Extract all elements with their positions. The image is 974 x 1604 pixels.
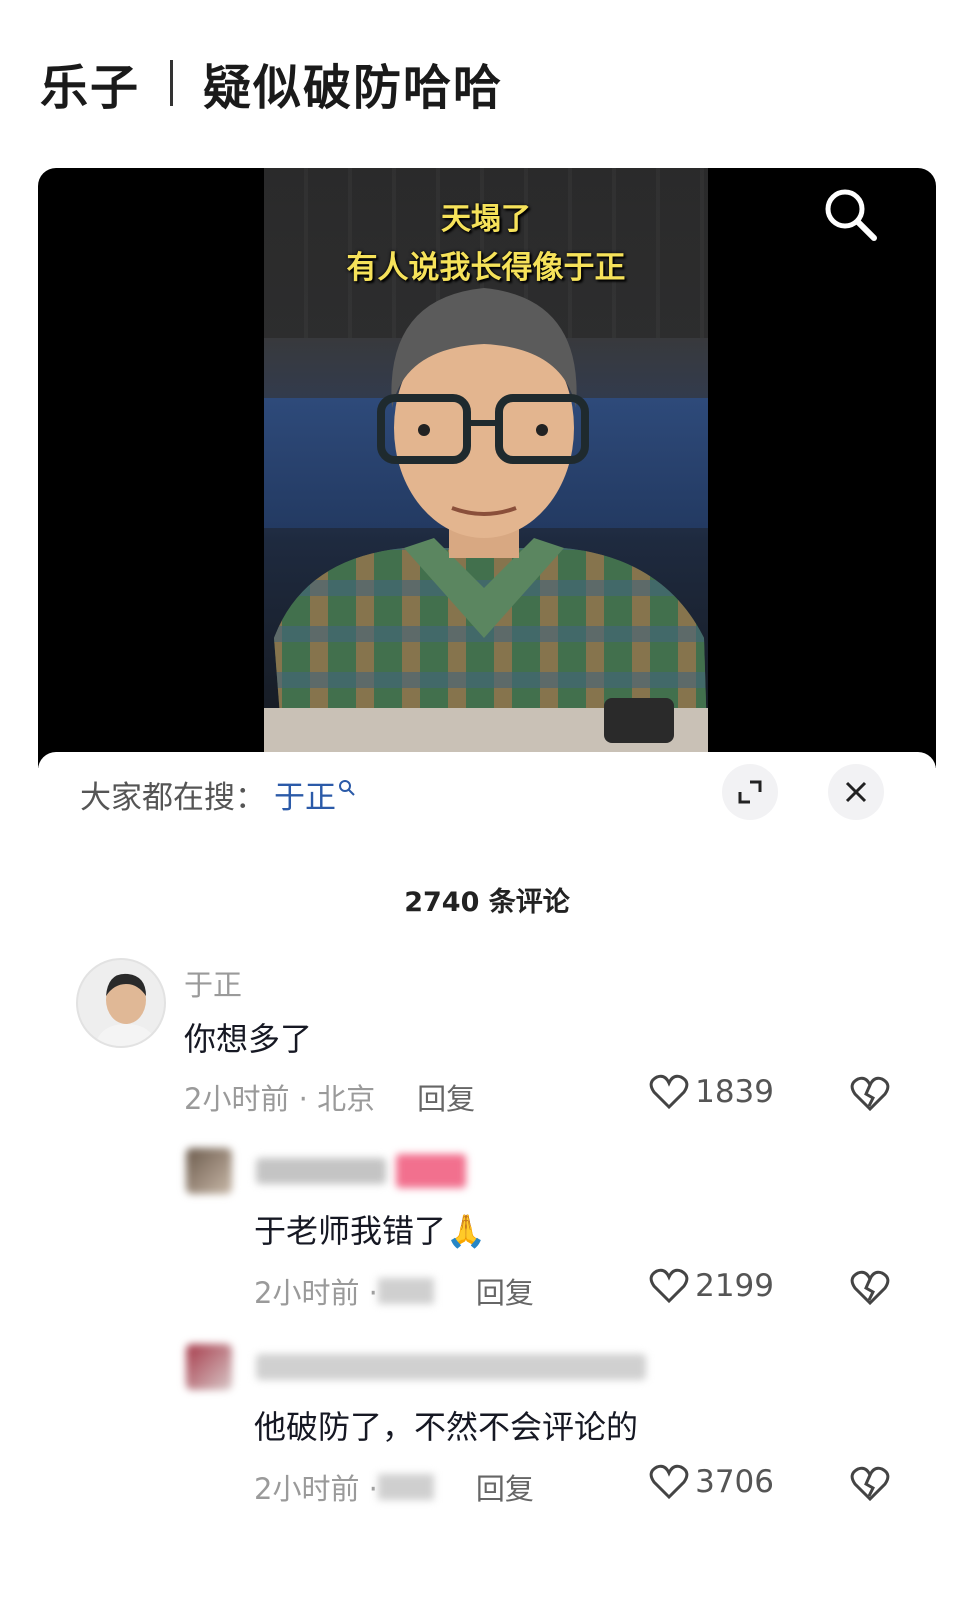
comment-time: 2小时前 · bbox=[254, 1472, 378, 1506]
close-button[interactable] bbox=[828, 764, 884, 820]
broken-heart-icon[interactable] bbox=[850, 1076, 890, 1112]
post-tag: 乐子 bbox=[40, 60, 141, 116]
hot-search-label: 大家都在搜： bbox=[80, 780, 266, 816]
hot-search-bar[interactable]: 大家都在搜： 于正 bbox=[80, 772, 356, 817]
expand-icon bbox=[738, 780, 762, 804]
heart-icon bbox=[649, 1074, 689, 1110]
comment-author[interactable]: 于正 bbox=[184, 962, 242, 1004]
like-button[interactable]: 1839 bbox=[649, 1074, 774, 1110]
heart-icon bbox=[649, 1268, 689, 1304]
author-badge bbox=[396, 1154, 466, 1188]
video-frame: 天塌了 有人说我长得像于正 bbox=[264, 168, 708, 768]
video-caption-line1: 天塌了 bbox=[441, 202, 531, 237]
avatar-photo bbox=[94, 973, 158, 1046]
like-button[interactable]: 3706 bbox=[649, 1464, 774, 1500]
comment-time: 2小时前 · 北京 bbox=[184, 1082, 376, 1116]
avatar[interactable] bbox=[186, 1344, 232, 1390]
avatar[interactable] bbox=[186, 1148, 232, 1194]
search-icon[interactable] bbox=[820, 184, 882, 246]
comment-text: 他破防了，不然不会评论的 bbox=[254, 1408, 639, 1446]
like-button[interactable]: 2199 bbox=[649, 1268, 774, 1304]
comment-meta: 2小时前 · 北京 回复 bbox=[184, 1076, 475, 1118]
comment-item: 他破防了，不然不会评论的 2小时前 · 回复 3706 bbox=[38, 1342, 936, 1522]
avatar[interactable] bbox=[76, 958, 166, 1048]
comment-meta: 2小时前 · 回复 bbox=[254, 1466, 534, 1508]
video-person bbox=[264, 288, 708, 768]
title-separator bbox=[170, 60, 174, 106]
comment-location-blurred bbox=[377, 1474, 434, 1500]
expand-button[interactable] bbox=[722, 764, 778, 820]
comment-item: 于正 你想多了 2小时前 · 北京 回复 1839 bbox=[38, 952, 936, 1132]
comment-text: 你想多了 bbox=[184, 1020, 313, 1058]
hot-search-term[interactable]: 于正 bbox=[274, 772, 336, 817]
close-icon bbox=[845, 781, 867, 803]
like-count: 2199 bbox=[695, 1268, 774, 1304]
comment-author[interactable] bbox=[256, 1354, 646, 1380]
broken-heart-icon[interactable] bbox=[850, 1466, 890, 1502]
video-player[interactable]: 天塌了 有人说我长得像于正 bbox=[38, 168, 936, 768]
comment-item: 于老师我错了🙏 2小时前 · 回复 2199 bbox=[38, 1146, 936, 1326]
reply-button[interactable]: 回复 bbox=[417, 1076, 475, 1118]
comment-count: 2740 条评论 bbox=[404, 887, 570, 918]
comment-author[interactable] bbox=[256, 1158, 386, 1184]
comment-time: 2小时前 · bbox=[254, 1276, 378, 1310]
comment-location-blurred bbox=[377, 1278, 434, 1304]
post-header: 乐子 疑似破防哈哈 bbox=[40, 48, 503, 118]
video-caption-line2: 有人说我长得像于正 bbox=[346, 250, 626, 286]
reply-button[interactable]: 回复 bbox=[476, 1270, 534, 1312]
comment-sheet: 大家都在搜： 于正 2740 条评论 于正 你想多了 2小时前 · 北京 回复 … bbox=[38, 752, 936, 1604]
small-search-icon bbox=[339, 779, 355, 796]
like-count: 3706 bbox=[695, 1464, 774, 1500]
heart-icon bbox=[649, 1464, 689, 1500]
comment-meta: 2小时前 · 回复 bbox=[254, 1270, 534, 1312]
comment-text: 于老师我错了🙏 bbox=[254, 1212, 486, 1250]
broken-heart-icon[interactable] bbox=[850, 1270, 890, 1306]
like-count: 1839 bbox=[695, 1074, 774, 1110]
post-headline: 疑似破防哈哈 bbox=[203, 60, 504, 116]
reply-button[interactable]: 回复 bbox=[476, 1466, 534, 1508]
